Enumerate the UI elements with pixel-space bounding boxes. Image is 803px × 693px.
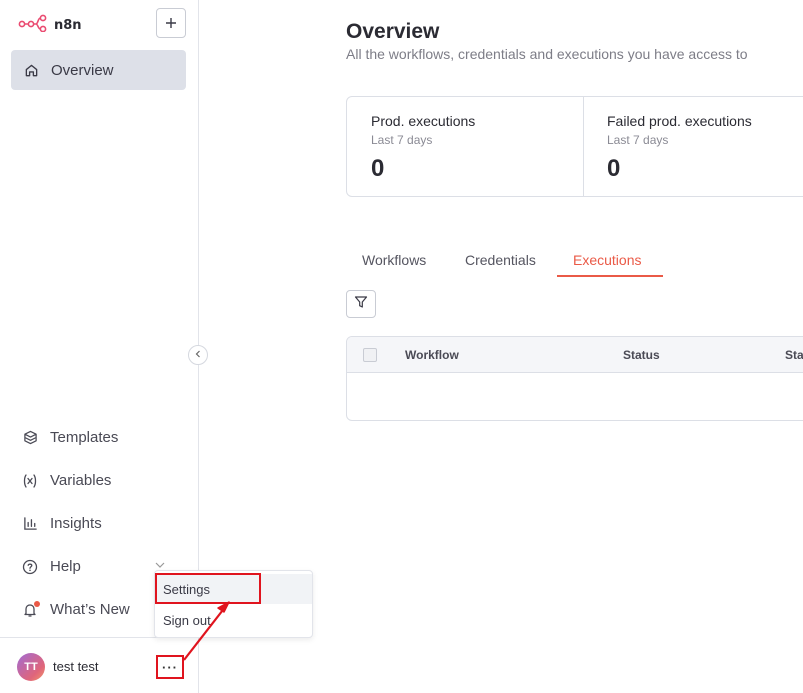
sidebar-item-variables[interactable]: Variables xyxy=(22,472,111,489)
filter-button[interactable] xyxy=(346,290,376,318)
logo[interactable]: n8n xyxy=(18,14,82,37)
stat-value: 0 xyxy=(371,155,385,182)
collapse-sidebar-button[interactable] xyxy=(188,345,208,365)
sidebar-item-label: Variables xyxy=(50,472,112,489)
user-menu-button[interactable]: ··· xyxy=(156,655,184,679)
chevron-left-icon xyxy=(194,349,202,361)
stat-period: Last 7 days xyxy=(607,133,669,147)
sidebar-item-label: Insights xyxy=(50,515,102,532)
select-all-checkbox[interactable] xyxy=(363,348,377,362)
home-icon xyxy=(23,62,39,78)
sidebar-item-label: Help xyxy=(50,558,81,575)
user-name: test test xyxy=(53,659,99,674)
sidebar-item-help[interactable]: Help xyxy=(22,558,81,575)
table-header: Workflow Status Sta xyxy=(347,337,803,373)
active-tab-indicator xyxy=(557,275,663,277)
sidebar-item-templates[interactable]: Templates xyxy=(22,429,118,446)
sidebar-item-label: Overview xyxy=(51,61,114,79)
app-name: n8n xyxy=(54,18,82,33)
sidebar-item-whats-new[interactable]: What’s New xyxy=(22,600,130,618)
stat-label: Failed prod. executions xyxy=(607,113,752,129)
avatar[interactable]: TT xyxy=(17,653,45,681)
page-title: Overview xyxy=(346,20,440,43)
divider xyxy=(583,97,584,196)
column-header-status[interactable]: Status xyxy=(623,348,660,362)
variable-icon xyxy=(22,473,38,489)
app-window: n8n Overview Templates Variables Insight… xyxy=(0,0,803,693)
tab-workflows[interactable]: Workflows xyxy=(362,252,426,268)
tab-executions[interactable]: Executions xyxy=(573,252,641,268)
stats-panel: Prod. executions Last 7 days 0 Failed pr… xyxy=(346,96,803,197)
stat-label: Prod. executions xyxy=(371,113,476,129)
executions-table: Workflow Status Sta xyxy=(346,336,803,421)
bell-icon xyxy=(22,600,40,618)
annotation-highlight-box xyxy=(155,573,261,604)
stat-value: 0 xyxy=(607,155,621,182)
sidebar-item-insights[interactable]: Insights xyxy=(22,515,102,532)
plus-icon xyxy=(165,13,177,34)
add-button[interactable] xyxy=(156,8,186,38)
page-subtitle: All the workflows, credentials and execu… xyxy=(346,46,748,62)
sidebar-item-label: Templates xyxy=(50,429,119,446)
column-header-started[interactable]: Sta xyxy=(785,348,803,362)
n8n-logo-icon xyxy=(18,14,48,37)
sidebar-item-overview[interactable]: Overview xyxy=(11,50,186,90)
question-circle-icon xyxy=(22,559,38,575)
sidebar-item-label: What’s New xyxy=(50,601,130,618)
notification-dot xyxy=(34,600,40,607)
filter-icon xyxy=(354,295,368,314)
box-icon xyxy=(22,430,38,446)
menu-item-sign-out[interactable]: Sign out xyxy=(155,605,312,635)
column-header-workflow[interactable]: Workflow xyxy=(405,348,459,362)
tab-credentials[interactable]: Credentials xyxy=(465,252,536,268)
bar-chart-icon xyxy=(22,516,38,532)
stat-period: Last 7 days xyxy=(371,133,433,147)
